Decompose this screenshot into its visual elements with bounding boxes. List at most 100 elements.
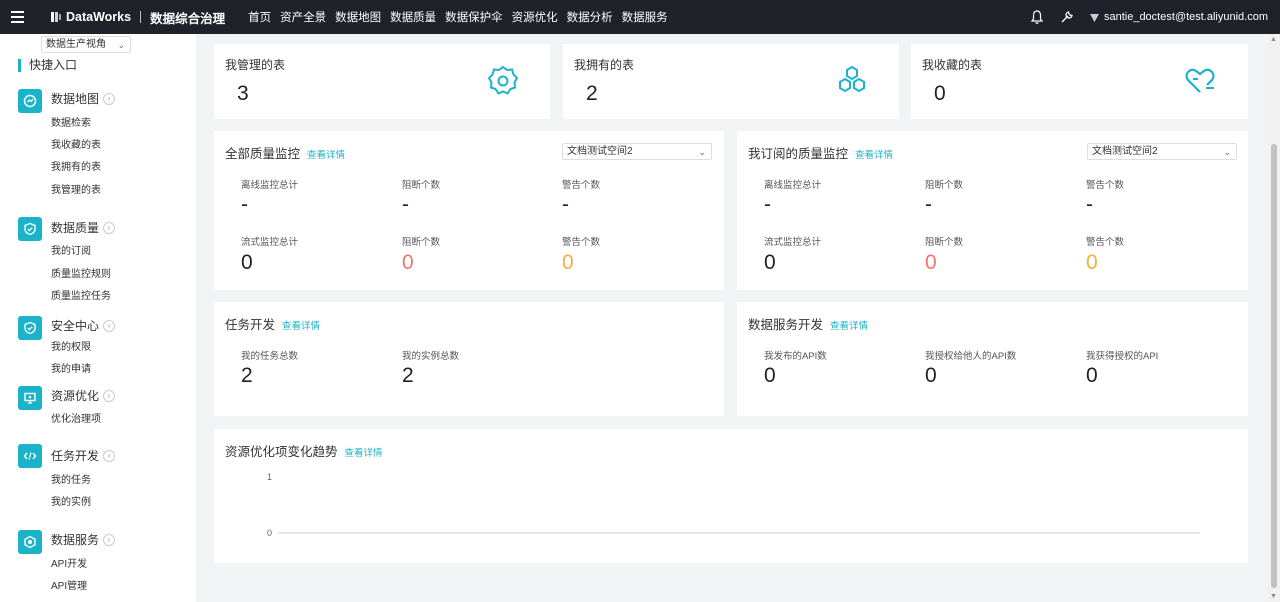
- nav-data-analysis[interactable]: 数据分析: [567, 9, 613, 25]
- brand-name: DataWorks: [66, 10, 132, 24]
- sidebar-item-my-tasks[interactable]: 我的任务: [51, 471, 91, 486]
- scrollbar-thumb[interactable]: [1271, 144, 1277, 588]
- nav-data-service[interactable]: 数据服务: [622, 9, 668, 25]
- quality-monitor-all-card: 全部质量监控 查看详情 文档测试空间2 ⌄ 离线监控总计 - 阻断个数 - 警告…: [214, 131, 724, 290]
- nav-data-protection[interactable]: 数据保护伞: [445, 9, 503, 25]
- section-title: 全部质量监控 查看详情: [225, 143, 345, 162]
- brand[interactable]: DataWorks 数据综合治理: [50, 8, 225, 27]
- sidebar-item-my-owned-tables[interactable]: 我拥有的表: [51, 158, 101, 173]
- sidebar-item-quality-rules[interactable]: 质量监控规则: [51, 265, 111, 280]
- nav-asset-overview[interactable]: 资产全景: [280, 9, 326, 25]
- metric-label: 我获得授权的API: [1086, 351, 1159, 362]
- nav-home[interactable]: 首页: [248, 9, 271, 25]
- chevron-down-icon: ⌄: [698, 147, 706, 157]
- metric-value: 2: [241, 364, 253, 387]
- workspace-select-value: 文档测试空间2: [567, 146, 633, 157]
- chevron-right-icon: ›: [103, 389, 116, 402]
- user-account[interactable]: santie_doctest@test.aliyunid.com: [1089, 11, 1268, 23]
- metric-label: 流式监控总计: [241, 237, 299, 248]
- sidebar-item-api-development[interactable]: API开发: [51, 555, 87, 570]
- sidebar-item-quality-tasks[interactable]: 质量监控任务: [51, 287, 111, 302]
- view-select-value: 数据生产视角: [46, 39, 106, 50]
- metric-value: 0: [764, 364, 776, 387]
- sidebar-item-my-favorite-tables[interactable]: 我收藏的表: [51, 136, 101, 151]
- metric-label: 我授权给他人的API数: [925, 351, 1017, 362]
- user-avatar-icon: [1089, 13, 1099, 22]
- brand-separator: [140, 11, 142, 23]
- scroll-up-icon[interactable]: ▲: [1270, 36, 1277, 43]
- stat-value: 2: [586, 82, 598, 105]
- chevron-down-icon: ⌄: [1223, 147, 1231, 157]
- sidebar-item-my-subscriptions[interactable]: 我的订阅: [51, 242, 91, 257]
- metric-value: 0: [1086, 251, 1098, 274]
- main-content: 我管理的表 3 我拥有的表 2 我收藏的表 0 全部质量监控 查看详情 文档测试…: [196, 34, 1268, 602]
- chevron-right-icon: ›: [103, 92, 116, 105]
- chevron-right-icon: ›: [103, 221, 116, 234]
- view-details-link[interactable]: 查看详情: [830, 318, 868, 332]
- metric-label: 警告个数: [562, 237, 601, 248]
- sidebar-group-task-development[interactable]: 任务开发 ›: [51, 447, 116, 464]
- bell-icon[interactable]: [1029, 9, 1045, 25]
- metric-label: 我的任务总数: [241, 351, 299, 362]
- view-details-link[interactable]: 查看详情: [855, 147, 893, 161]
- resource-trend-card: 资源优化项变化趋势 查看详情 10: [214, 429, 1248, 563]
- chevron-right-icon: ›: [103, 319, 116, 332]
- page-scrollbar[interactable]: ▲ ▼: [1268, 34, 1280, 602]
- section-title-text: 数据服务开发: [748, 318, 824, 332]
- hexagon-cluster-icon: [839, 65, 865, 93]
- sidebar: 数据生产视角 ⌄ 快捷入口 数据地图 › 数据检索 我收藏的表 我拥有的表 我管理…: [0, 34, 196, 602]
- nav-resource-optimization[interactable]: 资源优化: [512, 9, 558, 25]
- sidebar-group-label: 安全中心: [51, 319, 100, 333]
- metric-label: 阻断个数: [925, 180, 964, 191]
- sidebar-group-data-service[interactable]: 数据服务 ›: [51, 531, 116, 548]
- data-map-icon: [18, 89, 42, 113]
- section-title: 我订阅的质量监控 查看详情: [748, 143, 893, 162]
- data-service-icon: [18, 530, 42, 554]
- view-details-link[interactable]: 查看详情: [307, 147, 345, 161]
- gear-icon: [487, 65, 519, 95]
- stat-card-owned-tables[interactable]: 我拥有的表 2: [563, 44, 899, 119]
- sidebar-group-data-map[interactable]: 数据地图 ›: [51, 90, 116, 107]
- sidebar-item-my-instances[interactable]: 我的实例: [51, 493, 91, 508]
- trend-chart: 10: [267, 472, 1200, 538]
- section-title: 任务开发 查看详情: [225, 314, 320, 333]
- metric-value: 0: [925, 364, 937, 387]
- sidebar-item-my-managed-tables[interactable]: 我管理的表: [51, 181, 101, 196]
- top-right-actions: santie_doctest@test.aliyunid.com: [1029, 0, 1268, 34]
- sidebar-item-optimization-items[interactable]: 优化治理项: [51, 410, 101, 425]
- sidebar-item-api-management[interactable]: API管理: [51, 577, 87, 592]
- menu-icon[interactable]: [0, 0, 34, 34]
- sidebar-item-my-applications[interactable]: 我的申请: [51, 360, 91, 375]
- security-center-icon: [18, 316, 42, 340]
- wrench-icon[interactable]: [1059, 9, 1075, 25]
- metric-label: 我发布的API数: [764, 351, 827, 362]
- stat-value: 3: [237, 82, 249, 105]
- metric-label: 阻断个数: [402, 180, 441, 191]
- metric-label: 离线监控总计: [241, 180, 299, 191]
- view-select[interactable]: 数据生产视角 ⌄: [41, 36, 131, 53]
- y-tick-label: 0: [267, 528, 272, 538]
- workspace-select[interactable]: 文档测试空间2 ⌄: [562, 143, 712, 160]
- metric-value: -: [764, 193, 771, 216]
- stat-card-managed-tables[interactable]: 我管理的表 3: [214, 44, 550, 119]
- section-title: 数据服务开发 查看详情: [748, 314, 868, 333]
- sidebar-group-resource-optimization[interactable]: 资源优化 ›: [51, 387, 116, 404]
- view-details-link[interactable]: 查看详情: [282, 318, 320, 332]
- resource-optimization-icon: [18, 386, 42, 410]
- metric-label: 离线监控总计: [764, 180, 822, 191]
- scroll-down-icon[interactable]: ▼: [1270, 593, 1277, 600]
- stat-card-favorite-tables[interactable]: 我收藏的表 0: [911, 44, 1248, 119]
- sidebar-group-security-center[interactable]: 安全中心 ›: [51, 317, 116, 334]
- sidebar-group-data-quality[interactable]: 数据质量 ›: [51, 219, 116, 236]
- metric-label: 流式监控总计: [764, 237, 822, 248]
- nav-data-quality[interactable]: 数据质量: [390, 9, 436, 25]
- nav-data-map[interactable]: 数据地图: [335, 9, 381, 25]
- task-development-icon: [18, 444, 42, 468]
- sidebar-item-data-search[interactable]: 数据检索: [51, 114, 91, 129]
- sidebar-item-my-permissions[interactable]: 我的权限: [51, 338, 91, 353]
- chevron-right-icon: ›: [103, 533, 116, 546]
- metric-value: 0: [241, 251, 253, 274]
- chevron-down-icon: ⌄: [117, 40, 125, 50]
- metric-label: 阻断个数: [925, 237, 964, 248]
- workspace-select[interactable]: 文档测试空间2 ⌄: [1087, 143, 1237, 160]
